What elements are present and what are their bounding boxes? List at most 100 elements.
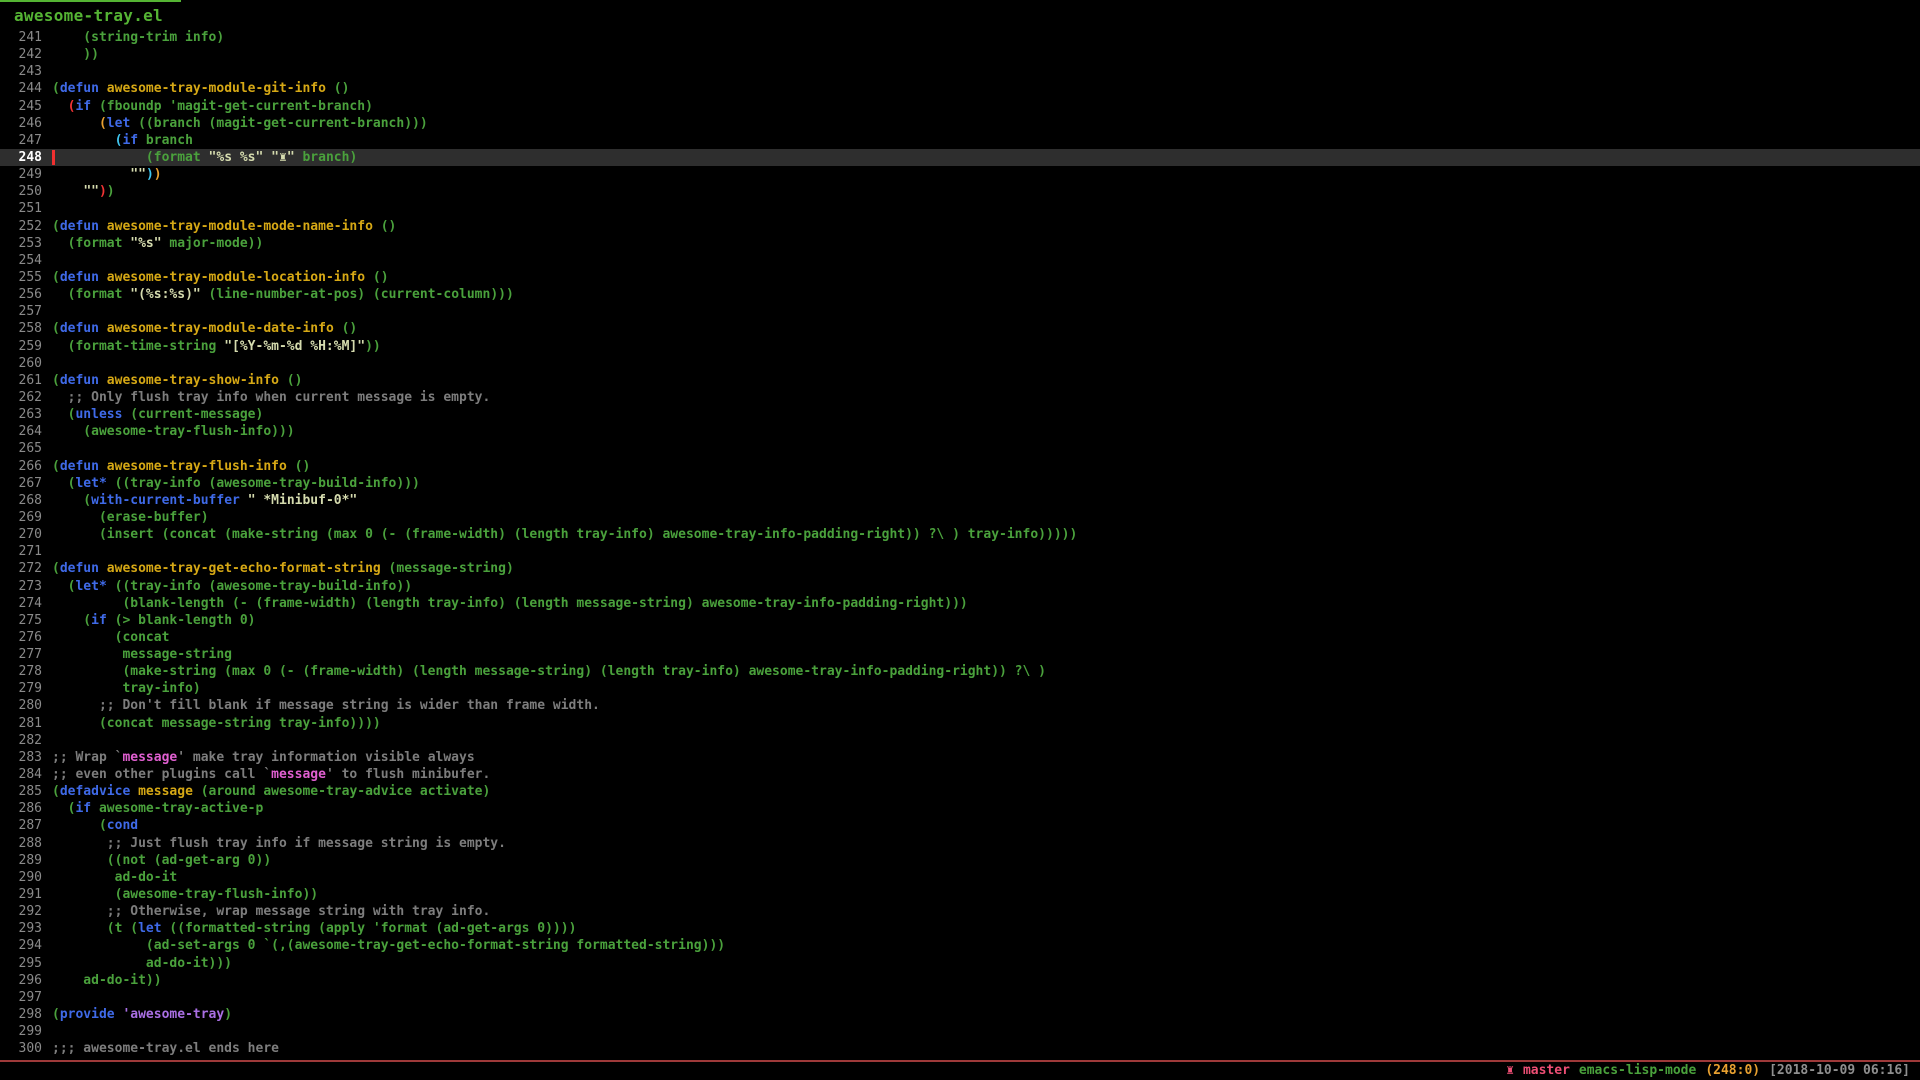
code-line-277[interactable]: 277 message-string <box>0 646 1920 663</box>
line-number: 281 <box>0 715 42 732</box>
code-token <box>52 116 99 131</box>
code-line-266[interactable]: 266(defun awesome-tray-flush-info () <box>0 458 1920 475</box>
code-token: (fboundp 'magit-get-current-branch) <box>91 99 373 114</box>
code-line-248[interactable]: 248 (format "%s %s" "♜" branch) <box>0 149 1920 166</box>
line-number: 249 <box>0 166 42 183</box>
line-number: 283 <box>0 749 42 766</box>
code-line-251[interactable]: 251 <box>0 200 1920 217</box>
code-line-300[interactable]: 300;;; awesome-tray.el ends here <box>0 1040 1920 1057</box>
code-token: ((branch (magit-get-current-branch))) <box>130 116 427 131</box>
code-line-286[interactable]: 286 (if awesome-tray-active-p <box>0 800 1920 817</box>
code-token: (make-string (max 0 (- (frame-width) (le… <box>52 664 1046 679</box>
code-token: ;; Only flush tray info when current mes… <box>52 390 490 405</box>
code-line-299[interactable]: 299 <box>0 1023 1920 1040</box>
code-line-243[interactable]: 243 <box>0 63 1920 80</box>
line-number: 272 <box>0 560 42 577</box>
code-line-261[interactable]: 261(defun awesome-tray-show-info () <box>0 372 1920 389</box>
code-line-256[interactable]: 256 (format "(%s:%s)" (line-number-at-po… <box>0 286 1920 303</box>
code-line-278[interactable]: 278 (make-string (max 0 (- (frame-width)… <box>0 663 1920 680</box>
code-token: () <box>287 459 310 474</box>
code-line-276[interactable]: 276 (concat <box>0 629 1920 646</box>
code-line-295[interactable]: 295 ad-do-it))) <box>0 955 1920 972</box>
code-line-293[interactable]: 293 (t (let ((formatted-string (apply 'f… <box>0 920 1920 937</box>
code-line-274[interactable]: 274 (blank-length (- (frame-width) (leng… <box>0 595 1920 612</box>
code-token: (format <box>52 150 209 165</box>
code-line-269[interactable]: 269 (erase-buffer) <box>0 509 1920 526</box>
code-line-292[interactable]: 292 ;; Otherwise, wrap message string wi… <box>0 903 1920 920</box>
code-token: () <box>279 373 302 388</box>
code-line-247[interactable]: 247 (if branch <box>0 132 1920 149</box>
code-line-289[interactable]: 289 ((not (ad-get-arg 0)) <box>0 852 1920 869</box>
code-line-275[interactable]: 275 (if (> blank-length 0) <box>0 612 1920 629</box>
code-token: () <box>326 81 349 96</box>
code-line-253[interactable]: 253 (format "%s" major-mode)) <box>0 235 1920 252</box>
code-line-272[interactable]: 272(defun awesome-tray-get-echo-format-s… <box>0 560 1920 577</box>
code-line-285[interactable]: 285(defadvice message (around awesome-tr… <box>0 783 1920 800</box>
code-line-255[interactable]: 255(defun awesome-tray-module-location-i… <box>0 269 1920 286</box>
code-line-271[interactable]: 271 <box>0 543 1920 560</box>
line-number: 243 <box>0 63 42 80</box>
code-line-265[interactable]: 265 <box>0 440 1920 457</box>
code-line-297[interactable]: 297 <box>0 989 1920 1006</box>
code-line-268[interactable]: 268 (with-current-buffer " *Minibuf-0*" <box>0 492 1920 509</box>
code-line-298[interactable]: 298(provide 'awesome-tray) <box>0 1006 1920 1023</box>
code-line-254[interactable]: 254 <box>0 252 1920 269</box>
code-line-280[interactable]: 280 ;; Don't fill blank if message strin… <box>0 697 1920 714</box>
line-number: 246 <box>0 115 42 132</box>
code-token: ( <box>52 561 60 576</box>
buffer-tab[interactable]: awesome-tray.el <box>0 0 181 25</box>
code-line-281[interactable]: 281 (concat message-string tray-info)))) <box>0 715 1920 732</box>
code-area[interactable]: 241 (string-trim info)242 ))243244(defun… <box>0 29 1920 1057</box>
code-line-257[interactable]: 257 <box>0 303 1920 320</box>
code-line-283[interactable]: 283;; Wrap `message' make tray informati… <box>0 749 1920 766</box>
code-line-241[interactable]: 241 (string-trim info) <box>0 29 1920 46</box>
code-line-291[interactable]: 291 (awesome-tray-flush-info)) <box>0 886 1920 903</box>
code-token: ) <box>107 184 115 199</box>
code-line-249[interactable]: 249 "")) <box>0 166 1920 183</box>
code-line-242[interactable]: 242 )) <box>0 46 1920 63</box>
line-number: 261 <box>0 372 42 389</box>
code-line-246[interactable]: 246 (let ((branch (magit-get-current-bra… <box>0 115 1920 132</box>
code-token: (format <box>52 287 130 302</box>
code-line-258[interactable]: 258(defun awesome-tray-module-date-info … <box>0 320 1920 337</box>
code-line-262[interactable]: 262 ;; Only flush tray info when current… <box>0 389 1920 406</box>
code-line-264[interactable]: 264 (awesome-tray-flush-info))) <box>0 423 1920 440</box>
line-number: 253 <box>0 235 42 252</box>
code-line-290[interactable]: 290 ad-do-it <box>0 869 1920 886</box>
line-number: 278 <box>0 663 42 680</box>
code-line-294[interactable]: 294 (ad-set-args 0 `(,(awesome-tray-get-… <box>0 937 1920 954</box>
line-number: 294 <box>0 937 42 954</box>
code-line-263[interactable]: 263 (unless (current-message) <box>0 406 1920 423</box>
code-token: ' make tray information visible always <box>177 750 474 765</box>
code-line-273[interactable]: 273 (let* ((tray-info (awesome-tray-buil… <box>0 578 1920 595</box>
code-token: ;; Don't fill blank if message string is… <box>52 698 600 713</box>
line-number: 258 <box>0 320 42 337</box>
code-line-260[interactable]: 260 <box>0 355 1920 372</box>
line-number: 287 <box>0 817 42 834</box>
code-token: (current-message) <box>122 407 263 422</box>
code-line-282[interactable]: 282 <box>0 732 1920 749</box>
code-line-288[interactable]: 288 ;; Just flush tray info if message s… <box>0 835 1920 852</box>
code-line-279[interactable]: 279 tray-info) <box>0 680 1920 697</box>
code-line-270[interactable]: 270 (insert (concat (make-string (max 0 … <box>0 526 1920 543</box>
code-line-244[interactable]: 244(defun awesome-tray-module-git-info (… <box>0 80 1920 97</box>
code-token: ) <box>224 1007 232 1022</box>
line-number: 270 <box>0 526 42 543</box>
code-token: awesome-tray-module-date-info <box>107 321 334 336</box>
code-line-284[interactable]: 284;; even other plugins call `message' … <box>0 766 1920 783</box>
line-number: 256 <box>0 286 42 303</box>
code-token: defadvice <box>60 784 130 799</box>
code-line-267[interactable]: 267 (let* ((tray-info (awesome-tray-buil… <box>0 475 1920 492</box>
line-number: 277 <box>0 646 42 663</box>
code-line-259[interactable]: 259 (format-time-string "[%Y-%m-%d %H:%M… <box>0 338 1920 355</box>
code-token: " *Minibuf-0*" <box>248 493 358 508</box>
code-line-250[interactable]: 250 "")) <box>0 183 1920 200</box>
code-line-252[interactable]: 252(defun awesome-tray-module-mode-name-… <box>0 218 1920 235</box>
line-number: 282 <box>0 732 42 749</box>
code-line-287[interactable]: 287 (cond <box>0 817 1920 834</box>
code-token: if <box>122 133 138 148</box>
code-line-296[interactable]: 296 ad-do-it)) <box>0 972 1920 989</box>
code-line-245[interactable]: 245 (if (fboundp 'magit-get-current-bran… <box>0 98 1920 115</box>
code-token <box>52 133 115 148</box>
code-token <box>130 784 138 799</box>
